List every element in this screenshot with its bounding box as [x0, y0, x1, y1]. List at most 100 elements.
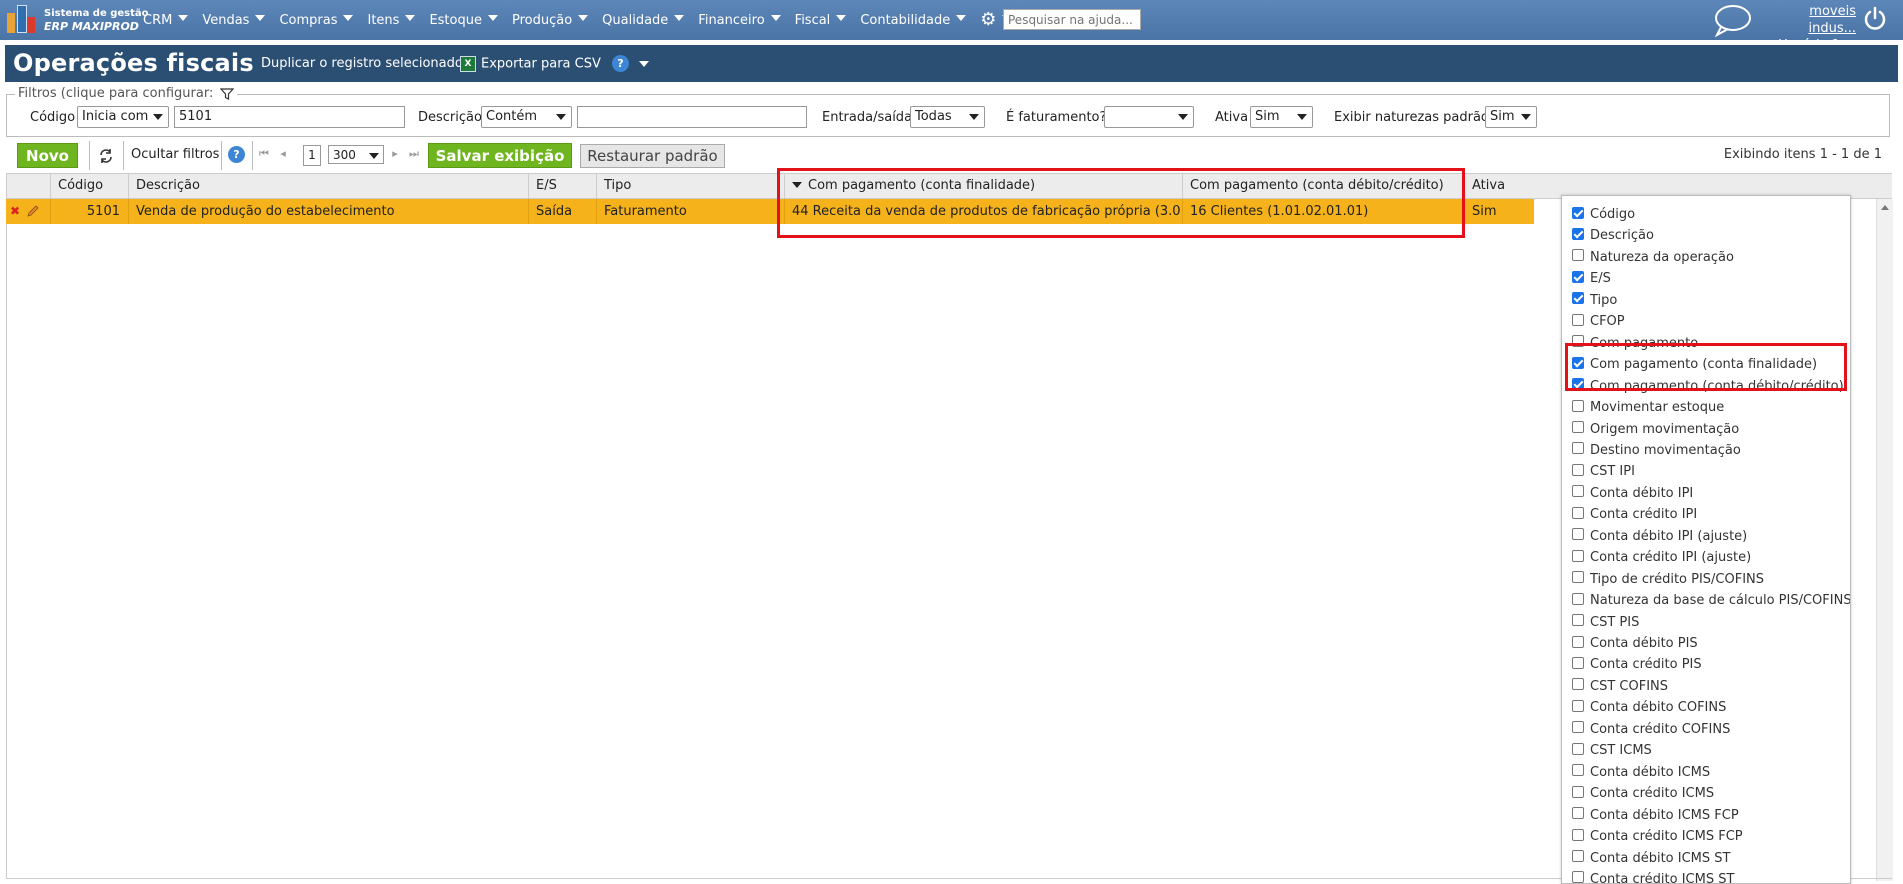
column-option[interactable]: Conta débito IPI [1572, 483, 1693, 504]
faturamento-select[interactable] [1104, 106, 1194, 128]
page-number-input[interactable]: 1 [303, 145, 321, 166]
column-option[interactable]: Conta débito COFINS [1572, 697, 1726, 718]
checkbox-unchecked[interactable] [1572, 850, 1584, 862]
chevron-down-icon[interactable] [639, 61, 649, 67]
first-page-icon[interactable]: ⏮ [258, 146, 270, 162]
column-option[interactable]: Destino movimentação [1572, 440, 1741, 461]
column-option[interactable]: Movimentar estoque [1572, 397, 1724, 418]
checkbox-checked[interactable] [1572, 292, 1584, 305]
column-option[interactable]: Conta crédito COFINS [1572, 719, 1730, 740]
descricao-filter-input[interactable] [577, 106, 807, 128]
menu-crm[interactable]: CRM [143, 13, 189, 28]
checkbox-unchecked[interactable] [1572, 421, 1584, 433]
checkbox-unchecked[interactable] [1572, 678, 1584, 691]
column-header-codigo[interactable]: Código [50, 174, 128, 198]
column-option[interactable]: CST PIS [1572, 612, 1639, 633]
help-search-input[interactable] [1003, 9, 1141, 30]
checkbox-checked[interactable] [1572, 227, 1584, 240]
checkbox-unchecked[interactable] [1572, 549, 1584, 562]
checkbox-unchecked[interactable] [1572, 614, 1584, 627]
checkbox-unchecked[interactable] [1572, 313, 1584, 326]
checkbox-unchecked[interactable] [1572, 463, 1584, 476]
column-option[interactable]: Conta débito IPI (ajuste) [1572, 526, 1747, 547]
column-header-descricao[interactable]: Descrição [128, 174, 528, 198]
codigo-filter-input[interactable]: 5101 [174, 106, 405, 128]
duplicate-record-link[interactable]: Duplicar o registro selecionado [261, 56, 463, 71]
next-page-icon[interactable]: ▸ [389, 146, 401, 162]
checkbox-unchecked[interactable] [1572, 592, 1584, 605]
column-option[interactable]: Descrição [1572, 225, 1654, 246]
checkbox-unchecked[interactable] [1572, 656, 1584, 669]
save-view-button[interactable]: Salvar exibição [428, 143, 572, 168]
delete-icon[interactable]: ✖ [10, 205, 20, 217]
checkbox-unchecked[interactable] [1572, 399, 1584, 412]
checkbox-unchecked[interactable] [1572, 249, 1584, 262]
filters-legend[interactable]: Filtros (clique para configurar: [15, 86, 238, 101]
checkbox-checked[interactable] [1572, 270, 1584, 283]
column-header-es[interactable]: E/S [528, 174, 596, 198]
column-option[interactable]: Conta crédito IPI [1572, 504, 1697, 525]
chat-icon[interactable] [1712, 3, 1752, 37]
column-option[interactable]: E/S [1572, 268, 1611, 289]
export-csv-link[interactable]: X Exportar para CSV [460, 56, 601, 72]
restore-default-button[interactable]: Restaurar padrão [580, 144, 725, 168]
checkbox-unchecked[interactable] [1572, 785, 1584, 798]
new-button[interactable]: Novo [17, 143, 78, 168]
help-icon[interactable]: ? [612, 55, 629, 72]
menu-vendas[interactable]: Vendas [202, 13, 266, 28]
column-option[interactable]: Conta débito ICMS ST [1572, 848, 1730, 869]
column-option[interactable]: CST COFINS [1572, 676, 1668, 697]
column-option[interactable]: Origem movimentação [1572, 419, 1739, 440]
previous-page-icon[interactable]: ◂ [277, 146, 289, 162]
column-option[interactable]: Conta débito ICMS [1572, 762, 1710, 783]
column-header-ativa[interactable]: Ativa [1464, 174, 1564, 198]
naturezas-padrao-select[interactable]: Sim [1485, 106, 1537, 128]
checkbox-unchecked[interactable] [1572, 442, 1584, 455]
entrada-saida-select[interactable]: Todas [910, 106, 985, 128]
checkbox-unchecked[interactable] [1572, 528, 1584, 541]
menu-estoque[interactable]: Estoque [429, 13, 498, 28]
column-option[interactable]: CST IPI [1572, 461, 1635, 482]
hide-filters-button[interactable]: Ocultar filtros [131, 147, 219, 162]
column-option[interactable]: Tipo de crédito PIS/COFINS [1572, 569, 1764, 590]
checkbox-unchecked[interactable] [1572, 828, 1584, 841]
ativa-select[interactable]: Sim [1250, 106, 1313, 128]
grid-scrollbar[interactable] [1876, 199, 1893, 881]
column-option[interactable]: Tipo [1572, 290, 1617, 311]
column-option[interactable]: Conta crédito ICMS [1572, 783, 1714, 804]
checkbox-unchecked[interactable] [1572, 742, 1584, 755]
column-option[interactable]: Código [1572, 204, 1635, 225]
last-page-icon[interactable]: ⏭ [408, 146, 420, 162]
funnel-icon[interactable] [220, 87, 235, 100]
checkbox-checked[interactable] [1572, 206, 1584, 219]
descricao-operator-select[interactable]: Contém [481, 106, 572, 128]
checkbox-unchecked[interactable] [1572, 571, 1584, 584]
checkbox-unchecked[interactable] [1572, 485, 1584, 498]
logo[interactable]: Sistema de gestão ERP MAXIPROD [6, 4, 149, 36]
menu-contabilidade[interactable]: Contabilidade [860, 13, 967, 28]
column-option[interactable]: CFOP [1572, 311, 1625, 332]
checkbox-unchecked[interactable] [1572, 506, 1584, 519]
column-option[interactable]: Natureza da base de cálculo PIS/COFINS [1572, 590, 1850, 611]
menu-itens[interactable]: Itens [367, 13, 416, 28]
column-option[interactable]: CST ICMS [1572, 740, 1652, 761]
checkbox-unchecked[interactable] [1572, 721, 1584, 734]
column-option[interactable]: Conta débito ICMS FCP [1572, 805, 1739, 826]
column-option[interactable]: Conta crédito PIS [1572, 654, 1702, 675]
column-option[interactable]: Conta crédito ICMS FCP [1572, 826, 1743, 847]
column-option[interactable]: Conta crédito IPI (ajuste) [1572, 547, 1751, 568]
power-icon[interactable] [1862, 6, 1888, 32]
menu-financeiro[interactable]: Financeiro [698, 13, 781, 28]
checkbox-unchecked[interactable] [1572, 807, 1584, 820]
refresh-icon[interactable] [98, 148, 114, 164]
column-option[interactable]: Conta débito PIS [1572, 633, 1698, 654]
company-link[interactable]: moveis indus... [1760, 3, 1856, 37]
checkbox-unchecked[interactable] [1572, 635, 1584, 648]
menu-fiscal[interactable]: Fiscal [795, 13, 847, 28]
column-header-tipo[interactable]: Tipo [596, 174, 784, 198]
column-option[interactable]: Natureza da operação [1572, 247, 1734, 268]
checkbox-unchecked[interactable] [1572, 699, 1584, 712]
checkbox-unchecked[interactable] [1572, 764, 1584, 777]
help-icon[interactable]: ? [228, 146, 245, 163]
menu-compras[interactable]: Compras [279, 13, 354, 28]
